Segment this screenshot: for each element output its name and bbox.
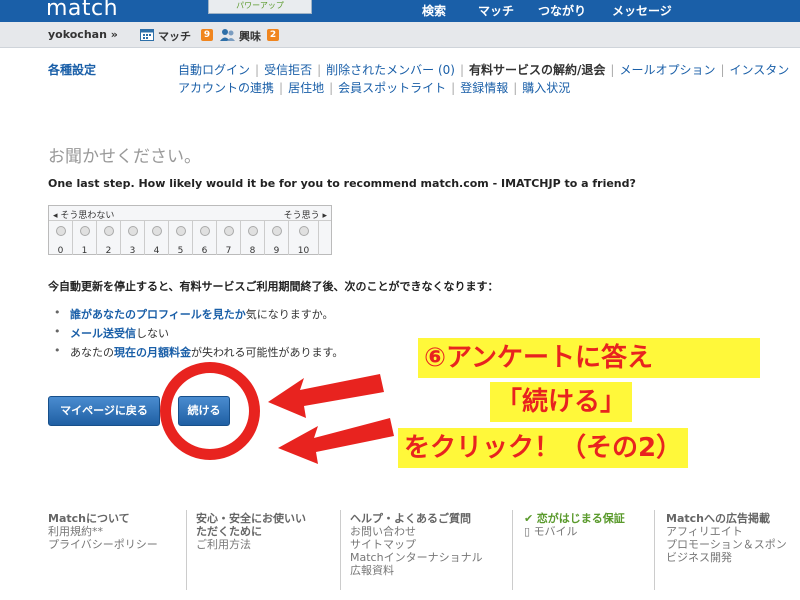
interest-link[interactable]: 興味: [239, 28, 261, 44]
powerup-button[interactable]: パワーアップ: [208, 0, 312, 14]
link-deleted-members[interactable]: 削除されたメンバー (0): [326, 63, 455, 77]
match-logo[interactable]: match: [46, 0, 118, 21]
people-icon: [220, 28, 236, 44]
annotation-line3: をクリック！（その2）: [398, 428, 689, 468]
footer-divider: [512, 510, 513, 590]
rating-option[interactable]: 1: [73, 221, 97, 256]
rating-scale: ◂ そう思わない そう思う ▸ 0 1 2 3 4 5 6 7 8 9 10: [48, 205, 332, 256]
survey-question: One last step. How likely would it be fo…: [48, 177, 636, 190]
link-spotlight[interactable]: 会員スポットライト: [338, 81, 446, 95]
footer-link[interactable]: Matchインターナショナル: [350, 551, 483, 564]
settings-links-row2: アカウントの連携 | 居住地 | 会員スポットライト | 登録情報 | 購入状況: [178, 81, 571, 95]
radio-button[interactable]: [199, 226, 210, 236]
scale-header: ◂ そう思わない そう思う ▸: [49, 206, 331, 221]
match-link[interactable]: マッチ: [158, 28, 191, 44]
settings-title: 各種設定: [48, 63, 97, 77]
footer-col-guarantee: ✔ 恋がはじまる保証 ▯ モバイル: [524, 512, 625, 538]
highlight-circle: [160, 362, 260, 460]
rating-option[interactable]: 5: [169, 221, 193, 256]
footer-link[interactable]: お問い合わせ: [350, 525, 483, 538]
footer-link[interactable]: 広報資料: [350, 564, 483, 577]
annotation-line2: 「続ける」: [490, 382, 633, 422]
link-instant[interactable]: インスタン: [730, 63, 790, 77]
loss-list: 誰があなたのプロフィールを見たか気になりますか。 メール送受信しない あなたの現…: [54, 306, 343, 363]
rating-option[interactable]: 9: [265, 221, 289, 256]
radio-button[interactable]: [223, 226, 234, 236]
list-item: メール送受信しない: [54, 325, 343, 344]
link-block-list[interactable]: 受信拒否: [264, 63, 312, 77]
link-account-linking[interactable]: アカウントの連携: [178, 81, 274, 95]
link-purchase-status[interactable]: 購入状況: [522, 81, 570, 95]
rating-option[interactable]: 4: [145, 221, 169, 256]
rating-option[interactable]: 2: [97, 221, 121, 256]
rating-option[interactable]: 7: [217, 221, 241, 256]
footer-link[interactable]: プロモーション＆スポン: [666, 538, 787, 551]
footer-link[interactable]: ビジネス開発: [666, 551, 787, 564]
link-auto-login[interactable]: 自動ログイン: [178, 63, 250, 77]
username-link[interactable]: yokochan »: [48, 28, 118, 41]
rating-option[interactable]: 8: [241, 221, 265, 256]
link-email-options[interactable]: メールオプション: [619, 63, 715, 77]
radio-button[interactable]: [55, 226, 66, 236]
rating-option[interactable]: 3: [121, 221, 145, 256]
scale-left-label: ◂ そう思わない: [53, 211, 115, 221]
footer-link[interactable]: ご利用方法: [196, 538, 306, 551]
radio-button[interactable]: [298, 226, 309, 236]
footer-link[interactable]: 恋がはじまる保証: [537, 512, 625, 525]
rating-option[interactable]: 0: [49, 221, 73, 256]
user-subbar: yokochan » マッチ 9 興味 2: [0, 22, 800, 48]
footer-divider: [340, 510, 341, 590]
link-cancel-subscription: 有料サービスの解約/退会: [469, 63, 606, 77]
top-nav-bar: match パワーアップ 検索 マッチ つながり メッセージ: [0, 0, 800, 22]
footer-divider: [654, 510, 655, 590]
check-icon: ✔: [524, 512, 534, 525]
match-count-badge: 9: [201, 29, 213, 41]
footer-col-advertising: Matchへの広告掲載 アフィリエイト プロモーション＆スポン ビジネス開発: [666, 512, 787, 564]
survey-title: お聞かせください。: [48, 147, 201, 167]
footer-col-safety: 安心・安全にお使いい ただくために ご利用方法: [196, 512, 306, 551]
footer-divider: [186, 510, 187, 590]
interest-count-badge: 2: [267, 29, 279, 41]
cancellation-notice: 今自動更新を停止すると、有料サービスご利用期間終了後、次のことができなくなります…: [48, 280, 499, 293]
back-to-mypage-button[interactable]: マイページに戻る: [48, 396, 160, 426]
footer-link[interactable]: サイトマップ: [350, 538, 483, 551]
radio-button[interactable]: [127, 226, 138, 236]
radio-button[interactable]: [175, 226, 186, 236]
footer-link[interactable]: プライバシーポリシー: [48, 538, 158, 551]
footer-link[interactable]: 利用規約**: [48, 525, 158, 538]
annotation-line1: ⑥アンケートに答え: [418, 338, 760, 378]
radio-button[interactable]: [151, 226, 162, 236]
footer-col-help: ヘルプ・よくあるご質問 お問い合わせ サイトマップ Matchインターナショナル…: [350, 512, 483, 577]
nav-match[interactable]: マッチ: [478, 2, 514, 19]
footer-col-about: Matchについて 利用規約** プライバシーポリシー: [48, 512, 158, 551]
settings-links-row1: 自動ログイン | 受信拒否 | 削除されたメンバー (0) | 有料サービスの解約/退会 | メ…: [178, 63, 790, 77]
radio-button[interactable]: [247, 226, 258, 236]
calendar-icon: [140, 28, 154, 44]
nav-messages[interactable]: メッセージ: [612, 2, 672, 19]
footer-link[interactable]: モバイル: [534, 525, 578, 538]
rating-option[interactable]: 10: [289, 221, 319, 256]
link-registration-info[interactable]: 登録情報: [460, 81, 508, 95]
mobile-icon: ▯: [524, 525, 531, 538]
link-residence[interactable]: 居住地: [288, 81, 324, 95]
radio-button[interactable]: [103, 226, 114, 236]
footer-link[interactable]: アフィリエイト: [666, 525, 787, 538]
nav-search[interactable]: 検索: [422, 2, 446, 19]
nav-connections[interactable]: つながり: [538, 2, 586, 19]
red-arrows: [268, 374, 394, 464]
radio-button[interactable]: [79, 226, 90, 236]
scale-right-label: そう思う ▸: [283, 211, 327, 221]
radio-button[interactable]: [271, 226, 282, 236]
rating-option[interactable]: 6: [193, 221, 217, 256]
list-item: 誰があなたのプロフィールを見たか気になりますか。: [54, 306, 343, 325]
